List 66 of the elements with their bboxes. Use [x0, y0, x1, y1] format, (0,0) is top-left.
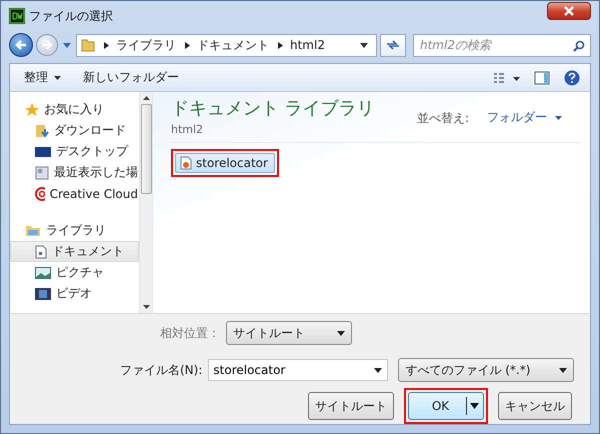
- window-title: ファイルの選択: [29, 8, 113, 24]
- sidebar-item[interactable]: Creative Cloud: [10, 183, 139, 204]
- caret-icon: [559, 368, 568, 372]
- dialog-button[interactable]: キャンセル: [498, 392, 572, 420]
- dialog-button[interactable]: サイトルート: [308, 392, 394, 420]
- organize-menu[interactable]: 整理: [20, 67, 65, 88]
- document-icon: [35, 244, 47, 258]
- caret-icon[interactable]: [360, 42, 368, 48]
- sidebar-item[interactable]: 最近表示した場: [10, 162, 139, 183]
- sort-dropdown[interactable]: フォルダー: [481, 108, 568, 127]
- sidebar-item[interactable]: ビデオ: [10, 283, 139, 304]
- scroll-up-icon[interactable]: [142, 96, 150, 100]
- caret-icon: [555, 116, 562, 120]
- caret-icon[interactable]: [374, 368, 382, 373]
- back-button[interactable]: [9, 33, 33, 57]
- arrow-left-icon: [14, 38, 28, 52]
- chevron-icon[interactable]: [104, 42, 109, 48]
- refresh-icon: [386, 39, 400, 51]
- file-type-dropdown[interactable]: すべてのファイル (*.*): [398, 358, 574, 382]
- sidebar-item[interactable]: ピクチャ: [10, 262, 139, 283]
- search-icon[interactable]: [573, 40, 585, 52]
- file-item[interactable]: storelocator: [175, 153, 275, 173]
- ok-button[interactable]: OK: [408, 392, 484, 420]
- view-options-icon[interactable]: [494, 72, 520, 84]
- app-logo-icon: [9, 8, 25, 24]
- download-folder-icon: [35, 124, 49, 138]
- close-icon: [563, 6, 575, 16]
- caret-icon: [54, 76, 61, 80]
- sidebar-item[interactable]: お気に入り: [10, 99, 139, 120]
- film-icon: [35, 288, 51, 300]
- picture-icon: [35, 266, 51, 278]
- folder-icon: [81, 38, 95, 52]
- breadcrumb[interactable]: ライブラリ: [116, 36, 176, 54]
- library-icon: [25, 224, 41, 237]
- sidebar-item[interactable]: ダウンロード: [10, 120, 139, 141]
- chevron-icon[interactable]: [278, 42, 283, 48]
- file-name-field[interactable]: storelocator: [208, 359, 388, 381]
- library-title: ドキュメント ライブラリ: [171, 97, 375, 120]
- relative-to-label: 相対位置：: [160, 324, 220, 342]
- file-name-label: ファイル名(N):: [120, 362, 202, 378]
- caret-icon: [470, 403, 479, 409]
- close-button[interactable]: [547, 2, 591, 20]
- address-bar[interactable]: ライブラリ ドキュメント html2: [76, 34, 377, 56]
- chevron-icon[interactable]: [185, 42, 190, 48]
- creative-cloud-icon: [35, 186, 45, 200]
- search-field[interactable]: html2の検索: [413, 34, 591, 56]
- caret-icon: [337, 330, 345, 336]
- help-icon[interactable]: [564, 70, 580, 86]
- sidebar-item[interactable]: デスクトップ: [10, 141, 139, 162]
- relative-to-dropdown[interactable]: サイトルート: [226, 321, 352, 345]
- library-subtitle: html2: [171, 123, 204, 136]
- breadcrumb[interactable]: ドキュメント: [197, 36, 269, 54]
- scrollbar[interactable]: [139, 92, 152, 313]
- refresh-button[interactable]: [380, 34, 406, 56]
- desktop-icon: [35, 146, 51, 158]
- scroll-down-icon[interactable]: [142, 305, 150, 309]
- arrow-right-icon: [41, 39, 53, 51]
- sidebar-item[interactable]: ドキュメント: [10, 241, 139, 262]
- breadcrumb[interactable]: html2: [290, 38, 325, 52]
- sidebar-item[interactable]: ライブラリ: [10, 220, 139, 241]
- sort-label: 並べ替え:: [416, 110, 469, 127]
- file-icon: [180, 156, 192, 170]
- new-folder-button[interactable]: 新しいフォルダー: [79, 67, 183, 88]
- recent-places-icon: [35, 166, 49, 180]
- preview-pane-icon[interactable]: [534, 70, 550, 84]
- star-icon: [25, 102, 39, 116]
